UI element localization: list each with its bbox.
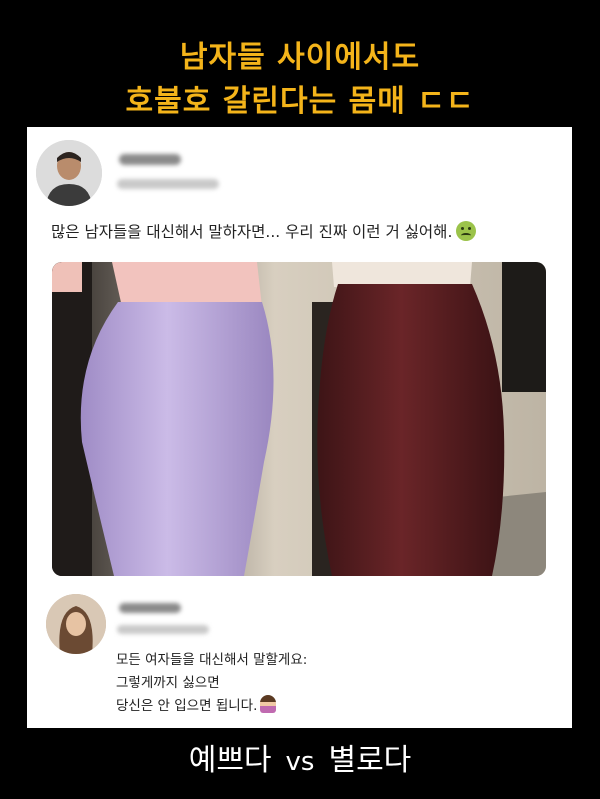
reply-author-avatar[interactable] <box>46 594 106 654</box>
headline-line-2: 호불호 갈린다는 몸매 ㄷㄷ <box>125 84 475 119</box>
reply-line-2: 그렇게까지 싫으면 <box>116 675 220 691</box>
author-name-blurred <box>119 154 181 165</box>
reply-line-3-wrap: 당신은 안 입으면 됩니다. <box>116 695 307 718</box>
author-handle-blurred <box>117 179 219 189</box>
reply-text: 모든 여자들을 대신해서 말할게요: 그렇게까지 싫으면 당신은 안 입으면 됩… <box>116 649 307 718</box>
skirts-photo-illustration <box>52 262 546 576</box>
reply-author-name-blurred <box>119 603 181 613</box>
post-photo[interactable] <box>52 262 546 576</box>
post-body: 많은 남자들을 대신해서 말하자면... 우리 진짜 이런 거 싫어해. <box>51 223 453 241</box>
person-avatar-icon <box>36 140 102 206</box>
headline-line-1: 남자들 사이에서도 <box>179 40 421 75</box>
reply-line-1: 모든 여자들을 대신해서 말할게요: <box>116 652 308 668</box>
caption-vs: vs <box>285 747 315 777</box>
post-text: 많은 남자들을 대신해서 말하자면... 우리 진짜 이런 거 싫어해. <box>51 220 477 242</box>
post-card: 많은 남자들을 대신해서 말하자면... 우리 진짜 이런 거 싫어해. 모든 … <box>27 127 572 728</box>
woman-avatar-icon <box>46 594 106 654</box>
reply-line-3: 당신은 안 입으면 됩니다. <box>116 698 258 714</box>
author-avatar[interactable] <box>36 140 102 206</box>
bottom-caption: 예쁘다 vs 별로다 <box>0 735 600 779</box>
caption-right: 별로다 <box>328 743 412 778</box>
nauseated-face-icon <box>456 221 477 241</box>
caption-left: 예쁘다 <box>188 743 272 778</box>
person-tipping-hand-icon <box>260 695 277 713</box>
reply-author-handle-blurred <box>117 625 209 634</box>
